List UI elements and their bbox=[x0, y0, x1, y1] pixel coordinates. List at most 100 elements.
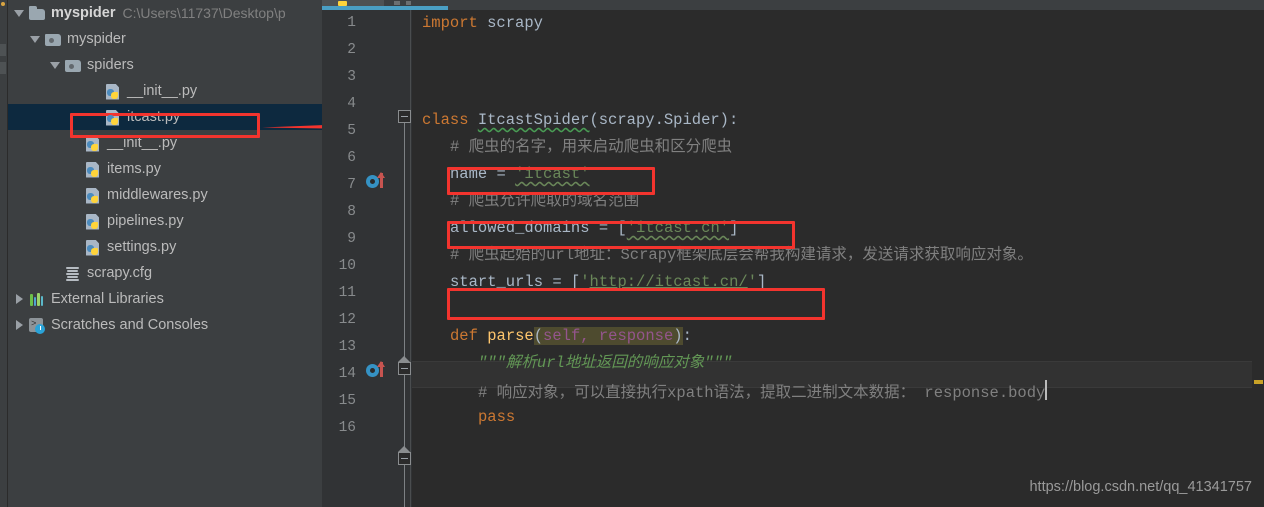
code-line-12-def-parse[interactable]: def parse(self, response): bbox=[450, 323, 692, 350]
twisty-placeholder bbox=[70, 138, 81, 149]
python-snake-yellow bbox=[91, 143, 98, 151]
tree-item-external-libraries[interactable]: External Libraries bbox=[8, 286, 322, 312]
chevron-down-icon[interactable] bbox=[30, 34, 41, 45]
line-number-2: 2 bbox=[347, 42, 356, 58]
tree-item-label: scrapy.cfg bbox=[87, 265, 153, 281]
fold-marker-class[interactable] bbox=[398, 110, 411, 123]
line-number-8: 8 bbox=[347, 204, 356, 220]
twisty-placeholder bbox=[70, 242, 81, 253]
override-method-marker-line-6[interactable] bbox=[366, 172, 392, 189]
tool-strip-nub-1[interactable] bbox=[0, 44, 6, 56]
line-number-7: 7 bbox=[347, 177, 356, 193]
tree-item-label: itcast.py bbox=[127, 109, 181, 125]
python-snake-yellow bbox=[91, 247, 98, 255]
twisty-placeholder bbox=[90, 112, 101, 123]
line-number-12: 12 bbox=[338, 312, 356, 328]
keyword-pass: pass bbox=[478, 408, 516, 426]
code-area[interactable]: 1 2 3 4 5 6 7 8 9 10 11 12 13 14 15 16 i… bbox=[322, 10, 1264, 507]
attr-name-label: name = bbox=[450, 165, 516, 183]
library-bar bbox=[40, 295, 43, 306]
code-line-4[interactable]: class ItcastSpider(scrapy.Spider): bbox=[422, 107, 738, 134]
chevron-right-icon[interactable] bbox=[14, 293, 25, 305]
tree-item-settings-py[interactable]: settings.py bbox=[8, 234, 322, 260]
tree-item-spiders[interactable]: spiders bbox=[8, 52, 322, 78]
cfg-line bbox=[66, 272, 79, 275]
line-number-10: 10 bbox=[338, 258, 356, 274]
url-link[interactable]: http://itcast.cn/ bbox=[590, 273, 748, 291]
override-method-marker-line-12[interactable] bbox=[366, 361, 392, 378]
fold-region-bar-class bbox=[404, 123, 405, 362]
clock-badge-icon bbox=[35, 323, 45, 334]
override-arrow-icon bbox=[377, 172, 385, 188]
python-file-icon bbox=[85, 240, 102, 255]
line-number-15: 15 bbox=[338, 393, 356, 409]
chevron-right-icon[interactable] bbox=[14, 319, 25, 331]
comment-text: # 爬虫允许爬取的域名范围 bbox=[450, 192, 640, 210]
cfg-line bbox=[66, 266, 79, 269]
code-line-7-comment[interactable]: # 爬虫允许爬取的域名范围 bbox=[450, 188, 639, 215]
tree-item-myspider[interactable]: myspider bbox=[8, 26, 322, 52]
tree-item-scrapy-cfg[interactable]: scrapy.cfg bbox=[8, 260, 322, 286]
gutter-fold-divider bbox=[410, 10, 411, 507]
paren-close-partial: ) bbox=[673, 327, 683, 345]
fold-marker-method-end[interactable] bbox=[398, 452, 411, 465]
tree-item-label: items.py bbox=[107, 161, 161, 177]
code-line-8-allowed-domains[interactable]: allowed_domains = ['itcast.cn'] bbox=[450, 215, 738, 242]
class-name: ItcastSpider bbox=[477, 111, 590, 129]
tree-item-items-py[interactable]: items.py bbox=[8, 156, 322, 182]
editor-tab-bar[interactable] bbox=[322, 0, 1264, 10]
tree-item-pipelines-py[interactable]: pipelines.py bbox=[8, 208, 322, 234]
python-file-icon bbox=[85, 188, 102, 203]
module-scrapy: scrapy bbox=[477, 14, 543, 32]
python-file-icon bbox=[85, 162, 102, 177]
code-line-10-start-urls[interactable]: start_urls = ['http://itcast.cn/'] bbox=[450, 269, 766, 296]
attr-start-urls-label: start_urls = [ bbox=[450, 273, 581, 291]
tree-item-label: spiders bbox=[87, 57, 134, 73]
editor-marker-strip[interactable] bbox=[1252, 20, 1264, 507]
line-number-13: 13 bbox=[338, 339, 356, 355]
fold-marker-method[interactable] bbox=[398, 362, 411, 375]
parameter-list: self, response bbox=[543, 327, 674, 345]
code-line-13-docstring[interactable]: """解析url地址返回的响应对象""" bbox=[478, 350, 732, 377]
tool-strip-nub-2[interactable] bbox=[0, 62, 6, 74]
tab-control-2[interactable] bbox=[406, 1, 411, 5]
tree-item-myspider[interactable]: myspider C:\Users\11737\Desktop\p bbox=[8, 0, 322, 26]
code-line-14-comment[interactable]: # 响应对象，可以直接执行xpath语法，提取二进制文本数据： response… bbox=[478, 377, 1047, 404]
project-tool-window[interactable]: myspider C:\Users\11737\Desktop\p myspider… bbox=[8, 0, 322, 507]
code-line-1[interactable]: import scrapy bbox=[422, 10, 543, 37]
line-number-4: 4 bbox=[347, 96, 356, 112]
code-editor[interactable]: 1 2 3 4 5 6 7 8 9 10 11 12 13 14 15 16 i… bbox=[322, 0, 1264, 507]
fold-region-bar-tail bbox=[404, 465, 405, 507]
chevron-down-icon[interactable] bbox=[14, 8, 25, 19]
folder-icon bbox=[45, 32, 62, 47]
editor-gutter[interactable]: 1 2 3 4 5 6 7 8 9 10 11 12 13 14 15 16 bbox=[322, 10, 412, 507]
tree-item-itcast-py[interactable]: itcast.py bbox=[8, 104, 322, 130]
comment-text: # 响应对象，可以直接执行xpath语法，提取二进制文本数据： response… bbox=[478, 384, 1046, 402]
config-file-icon bbox=[65, 266, 82, 281]
tool-window-strip[interactable] bbox=[0, 0, 8, 507]
library-bar bbox=[37, 292, 40, 306]
line-number-11: 11 bbox=[338, 285, 356, 301]
tree-item-label: External Libraries bbox=[51, 291, 164, 307]
code-line-15-pass[interactable]: pass bbox=[478, 404, 515, 431]
colon: : bbox=[682, 327, 692, 345]
tree-item-scratches-and-consoles[interactable]: >_ Scratches and Consoles bbox=[8, 312, 322, 338]
chevron-down-icon[interactable] bbox=[50, 60, 61, 71]
attr-name-value: 'itcast' bbox=[515, 165, 590, 183]
code-line-5-comment[interactable]: # 爬虫的名字，用来启动爬虫和区分爬虫 bbox=[450, 134, 732, 161]
comment-text: # 爬虫的名字，用来启动爬虫和区分爬虫 bbox=[450, 138, 733, 156]
line-number-5: 5 bbox=[347, 123, 356, 139]
tree-item--init-py[interactable]: __init__.py bbox=[8, 78, 322, 104]
code-line-6-name-attr[interactable]: name = 'itcast' bbox=[450, 161, 590, 188]
python-file-icon bbox=[85, 214, 102, 229]
warning-marker[interactable] bbox=[1254, 380, 1263, 384]
code-line-9-comment[interactable]: # 爬虫起始的url地址：Scrapy框架底层会帮我构建请求，发送请求获取响应对… bbox=[450, 242, 1033, 269]
tree-item-label: __init__.py bbox=[107, 135, 178, 151]
python-snake-yellow bbox=[91, 221, 98, 229]
tree-item--init-py[interactable]: __init__.py bbox=[8, 130, 322, 156]
bracket-close: ] bbox=[729, 219, 739, 237]
tab-control-1[interactable] bbox=[394, 1, 400, 5]
cfg-line bbox=[66, 278, 79, 281]
project-tree[interactable]: myspider C:\Users\11737\Desktop\p myspider… bbox=[8, 0, 322, 338]
tree-item-middlewares-py[interactable]: middlewares.py bbox=[8, 182, 322, 208]
